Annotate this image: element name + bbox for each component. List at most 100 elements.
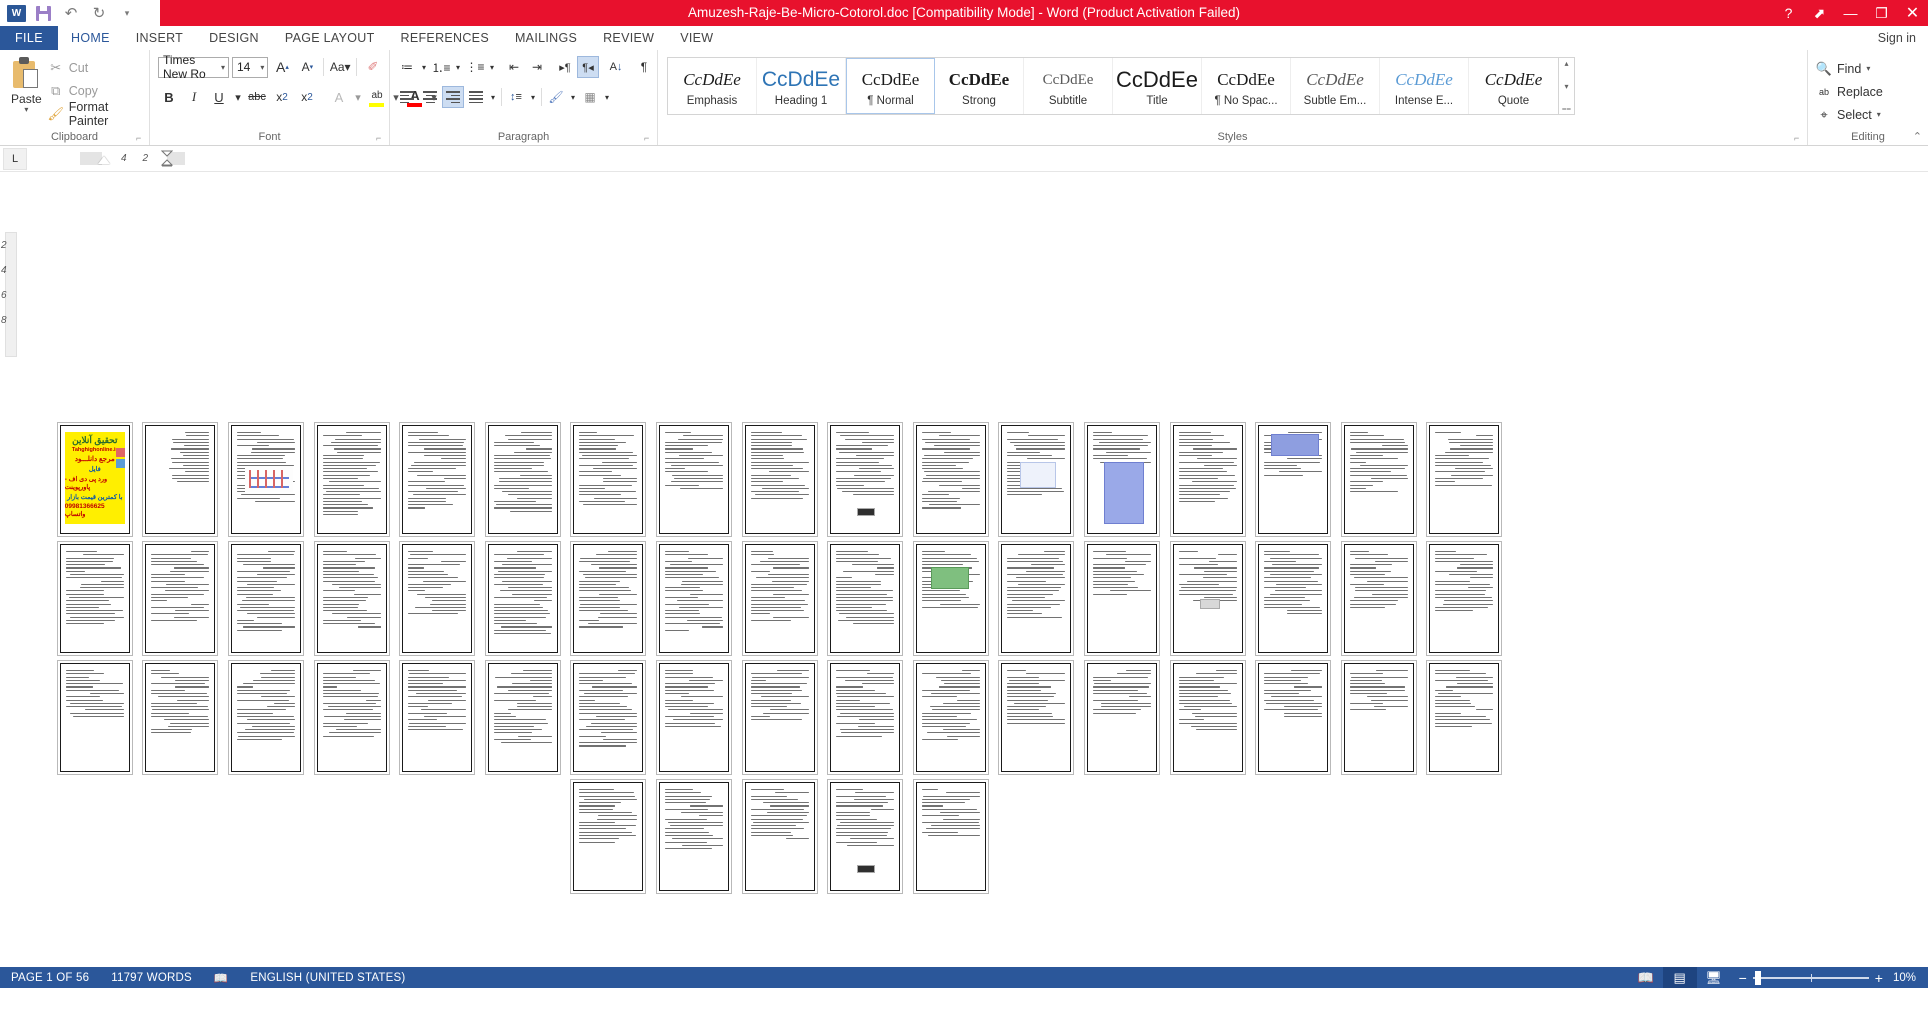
style-subtitle[interactable]: CcDdEe Subtitle <box>1024 58 1113 114</box>
tab-file[interactable]: FILE <box>0 26 58 50</box>
page-thumbnail[interactable] <box>570 541 647 656</box>
sort-icon[interactable]: A ↓ <box>605 56 627 78</box>
page-thumbnail[interactable] <box>741 422 818 537</box>
page-thumbnail[interactable] <box>1426 660 1503 775</box>
tab-mailings[interactable]: MAILINGS <box>502 26 590 50</box>
decrease-indent-icon[interactable]: ⇤ <box>503 56 525 78</box>
styles-scroll-up-icon[interactable]: ▴ <box>1564 59 1568 68</box>
read-mode-view-button[interactable]: 📖 <box>1629 967 1663 988</box>
change-case-button[interactable]: Aa ▾ <box>329 56 351 78</box>
page-thumbnail[interactable] <box>56 660 133 775</box>
shrink-font-button[interactable]: A ▾ <box>296 56 318 78</box>
page-thumbnail[interactable] <box>142 660 219 775</box>
zoom-out-button[interactable]: − <box>1739 971 1747 985</box>
page-thumbnail[interactable] <box>1426 422 1503 537</box>
page-thumbnail[interactable] <box>313 660 390 775</box>
line-spacing-icon[interactable]: ↕ ≡ <box>505 86 527 108</box>
borders-icon[interactable]: ▦ <box>579 86 601 108</box>
style-normal[interactable]: CcDdEe ¶ Normal <box>846 58 935 114</box>
page-thumbnail[interactable]: تحقیق آنلاین Tahghighonline.ir مرجع دانلــ… <box>56 422 133 537</box>
page-thumbnail[interactable] <box>1255 422 1332 537</box>
language-status[interactable]: ENGLISH (UNITED STATES) <box>239 972 416 984</box>
style-heading-1[interactable]: CcDdEe Heading 1 <box>757 58 846 114</box>
page-thumbnail[interactable] <box>655 779 732 894</box>
left-indent-marker[interactable] <box>98 156 110 164</box>
style-quote[interactable]: CcDdEe Quote <box>1469 58 1558 114</box>
page-thumbnail[interactable] <box>142 541 219 656</box>
grow-font-button[interactable]: A ▴ <box>271 56 293 78</box>
replace-button[interactable]: ab Replace <box>1816 81 1923 102</box>
style-title[interactable]: CcDdEe Title <box>1113 58 1202 114</box>
styles-more-icon[interactable]: ⩵ <box>1562 104 1571 113</box>
align-left-icon[interactable] <box>396 86 418 108</box>
horizontal-ruler[interactable]: 4 2 <box>80 149 185 168</box>
tab-insert[interactable]: INSERT <box>123 26 196 50</box>
customize-qat-icon[interactable]: ▾ <box>114 1 140 25</box>
bullets-dropdown-icon[interactable]: ▾ <box>419 56 429 78</box>
align-center-icon[interactable] <box>419 86 441 108</box>
styles-gallery-scrollbar[interactable]: ▴ ▾ ⩵ <box>1559 57 1575 115</box>
subscript-button[interactable]: x2 <box>271 86 293 108</box>
tab-home[interactable]: HOME <box>58 26 123 50</box>
paragraph-dialog-launcher[interactable]: ⌐ <box>644 134 653 143</box>
help-button[interactable]: ? <box>1773 0 1804 26</box>
page-thumbnail[interactable] <box>1426 541 1503 656</box>
page-thumbnail[interactable] <box>741 779 818 894</box>
multilevel-list-icon[interactable]: ⋮≡ <box>464 56 486 78</box>
page-thumbnail[interactable] <box>827 422 904 537</box>
page-thumbnail[interactable] <box>570 779 647 894</box>
justify-dropdown-icon[interactable]: ▾ <box>488 86 498 108</box>
styles-scroll-down-icon[interactable]: ▾ <box>1564 82 1568 91</box>
text-effects-icon[interactable]: A <box>328 86 350 108</box>
page-thumbnail[interactable] <box>313 541 390 656</box>
font-size-dropdown-icon[interactable]: ▾ <box>260 63 264 72</box>
page-thumbnail[interactable] <box>827 660 904 775</box>
font-size-input[interactable]: 14 ▾ <box>231 56 269 78</box>
clear-formatting-icon[interactable]: ✐ <box>362 56 384 78</box>
page-thumbnail[interactable] <box>227 422 304 537</box>
bullets-icon[interactable]: ≔ <box>396 56 418 78</box>
page-thumbnail[interactable] <box>1340 660 1417 775</box>
web-layout-view-button[interactable]: 🖥 <box>1697 967 1731 988</box>
page-thumbnail[interactable] <box>399 660 476 775</box>
strikethrough-button[interactable]: abc <box>246 86 268 108</box>
ltr-text-direction-icon[interactable]: ▸¶ <box>554 56 576 78</box>
page-thumbnail[interactable] <box>741 541 818 656</box>
page-thumbnail[interactable] <box>1083 541 1160 656</box>
page-thumbnail[interactable] <box>912 660 989 775</box>
style-no-spacing[interactable]: CcDdEe ¶ No Spac... <box>1202 58 1291 114</box>
page-thumbnail[interactable] <box>1255 660 1332 775</box>
print-layout-view-button[interactable]: ▤ <box>1662 967 1697 988</box>
page-thumbnail[interactable] <box>1169 422 1246 537</box>
right-indent-marker[interactable] <box>160 150 174 172</box>
find-button[interactable]: 🔍 Find ▾ <box>1816 58 1923 79</box>
page-thumbnail[interactable] <box>655 660 732 775</box>
font-name-input[interactable]: Times New Ro ▾ <box>158 53 229 81</box>
italic-button[interactable]: I <box>183 86 205 108</box>
underline-button[interactable]: U <box>208 86 230 108</box>
tab-design[interactable]: DESIGN <box>196 26 272 50</box>
font-dialog-launcher[interactable]: ⌐ <box>376 134 385 143</box>
style-emphasis[interactable]: CcDdEe Emphasis <box>668 58 757 114</box>
page-thumbnail[interactable] <box>1255 541 1332 656</box>
shading-icon[interactable]: 🖌 <box>545 86 567 108</box>
clipboard-dialog-launcher[interactable]: ⌐ <box>136 134 145 143</box>
page-thumbnail[interactable] <box>1340 422 1417 537</box>
tab-review[interactable]: REVIEW <box>590 26 667 50</box>
page-thumbnail[interactable] <box>399 422 476 537</box>
page-thumbnail[interactable] <box>1083 660 1160 775</box>
numbering-icon[interactable]: ⒈≡ <box>430 56 452 78</box>
borders-dropdown-icon[interactable]: ▾ <box>602 86 612 108</box>
tab-page-layout[interactable]: PAGE LAYOUT <box>272 26 388 50</box>
styles-dialog-launcher[interactable]: ⌐ <box>1794 134 1803 143</box>
page-thumbnail[interactable] <box>1340 541 1417 656</box>
zoom-slider-thumb[interactable] <box>1754 970 1761 985</box>
redo-icon[interactable]: ↻ <box>86 1 112 25</box>
page-thumbnail[interactable] <box>912 779 989 894</box>
multilevel-dropdown-icon[interactable]: ▾ <box>487 56 497 78</box>
copy-button[interactable]: ⧉ Copy <box>48 81 144 101</box>
find-dropdown-icon[interactable]: ▾ <box>1866 64 1870 73</box>
rtl-text-direction-icon[interactable]: ¶◂ <box>577 56 599 78</box>
align-right-icon[interactable] <box>442 86 464 108</box>
line-spacing-dropdown-icon[interactable]: ▾ <box>528 86 538 108</box>
